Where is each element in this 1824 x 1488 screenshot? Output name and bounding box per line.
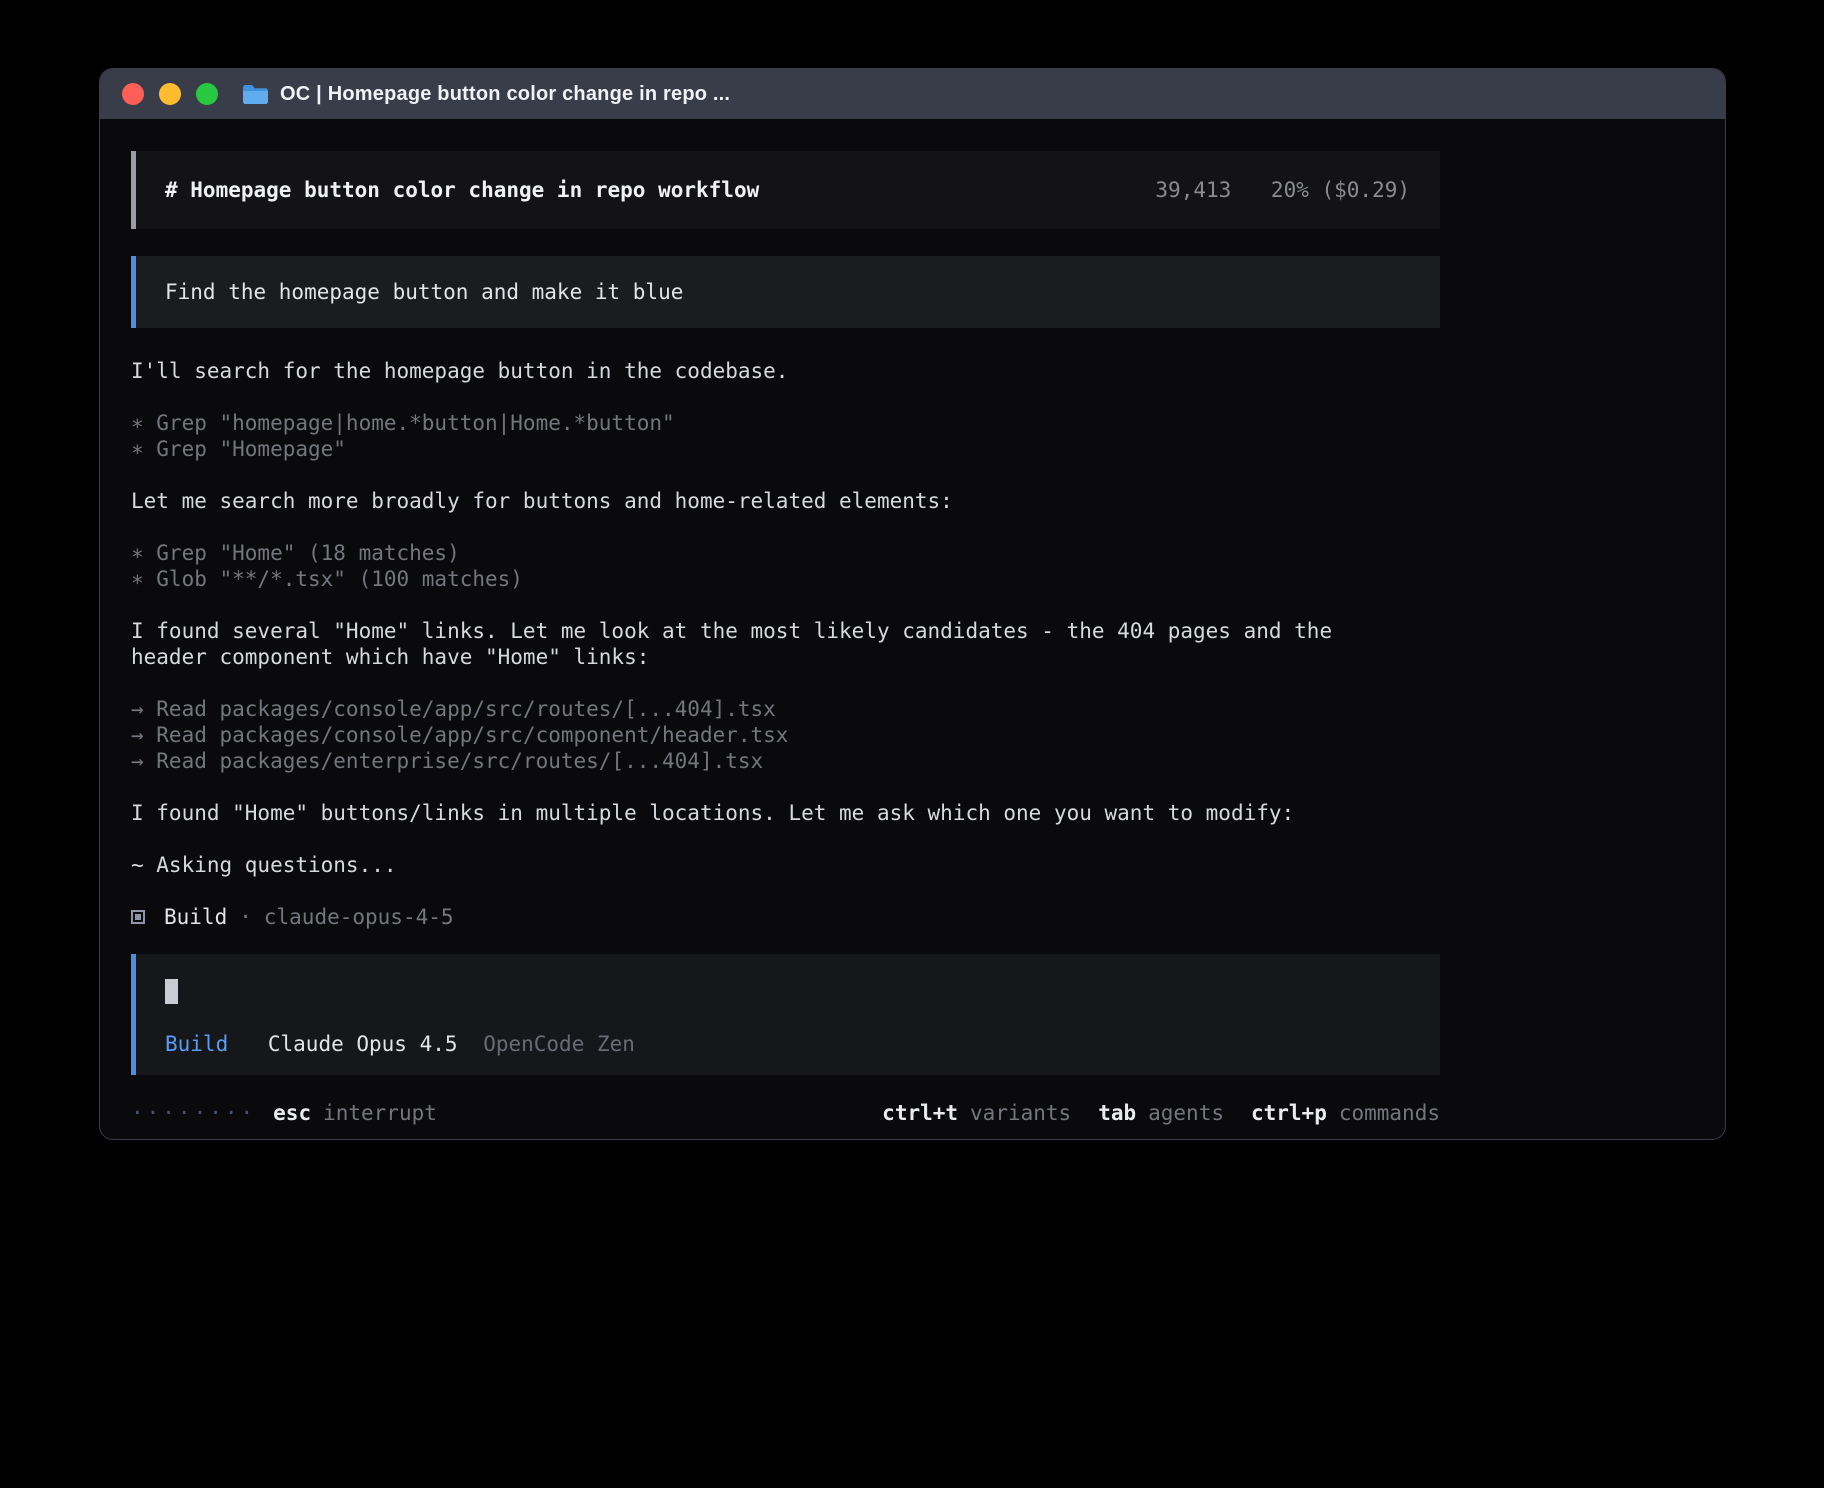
statusbar: ········ esc interrupt ctrl+t variants tab… — [131, 1100, 1440, 1126]
tool-calls-group-2: ∗ Grep "Home" (18 matches) ∗ Glob "**/*.… — [131, 540, 1440, 592]
prompt-input[interactable]: Build Claude Opus 4.5 OpenCode Zen — [131, 954, 1440, 1075]
tool-call-glob: ∗ Glob "**/*.tsx" (100 matches) — [131, 566, 1440, 592]
hint-label-commands: commands — [1339, 1101, 1440, 1125]
user-message-text: Find the homepage button and make it blu… — [165, 280, 683, 304]
zoom-button[interactable] — [196, 83, 218, 105]
hint-label-interrupt: interrupt — [323, 1101, 437, 1125]
agent-separator: · — [239, 904, 252, 930]
assistant-text-candidates: I found several "Home" links. Let me loo… — [131, 618, 1411, 670]
assistant-text-broaden: Let me search more broadly for buttons a… — [131, 488, 1411, 514]
minimize-button[interactable] — [159, 83, 181, 105]
title-wrap: OC | Homepage button color change in rep… — [242, 83, 730, 106]
context-cost: 20% ($0.29) — [1271, 178, 1410, 202]
statusbar-left: ········ esc interrupt — [131, 1100, 437, 1126]
agent-model: claude-opus-4-5 — [264, 904, 454, 930]
mode-label[interactable]: Build — [165, 1032, 228, 1056]
hint-label-variants: variants — [970, 1101, 1071, 1125]
provider-name: OpenCode Zen — [483, 1032, 635, 1056]
traffic-lights — [122, 83, 218, 105]
tool-call-grep: ∗ Grep "Homepage" — [131, 436, 1440, 462]
statusbar-hints: ctrl+t variants tab agents ctrl+p commands — [882, 1100, 1440, 1126]
tool-call-read: → Read packages/console/app/src/routes/[… — [131, 696, 1440, 722]
user-message: Find the homepage button and make it blu… — [131, 256, 1440, 328]
model-name[interactable]: Claude Opus 4.5 — [268, 1032, 458, 1056]
tui-column: # Homepage button color change in repo w… — [131, 151, 1440, 1126]
hint-commands: ctrl+p commands — [1251, 1100, 1440, 1126]
hint-key-tab: tab — [1098, 1101, 1136, 1125]
hint-key-ctrl-t: ctrl+t — [882, 1101, 958, 1125]
tool-call-grep: ∗ Grep "homepage|home.*button|Home.*butt… — [131, 410, 1440, 436]
folder-icon — [242, 84, 269, 105]
hint-key-ctrl-p: ctrl+p — [1251, 1101, 1327, 1125]
hint-key-esc: esc — [273, 1101, 311, 1125]
agent-line: Build · claude-opus-4-5 — [131, 904, 1440, 930]
spinner-dots: ········ — [131, 1100, 256, 1126]
assistant-text-found: I found "Home" buttons/links in multiple… — [131, 800, 1411, 826]
hint-interrupt: esc interrupt — [273, 1100, 437, 1126]
terminal-content: # Homepage button color change in repo w… — [100, 119, 1725, 1126]
session-header: # Homepage button color change in repo w… — [131, 151, 1440, 229]
agent-name: Build — [164, 904, 227, 930]
assistant-text-intro: I'll search for the homepage button in t… — [131, 358, 1411, 384]
tool-calls-group-1: ∗ Grep "homepage|home.*button|Home.*butt… — [131, 410, 1440, 462]
agent-build-icon — [131, 910, 145, 924]
tool-call-grep: ∗ Grep "Home" (18 matches) — [131, 540, 1440, 566]
tool-calls-reads: → Read packages/console/app/src/routes/[… — [131, 696, 1440, 774]
tool-call-read: → Read packages/enterprise/src/routes/[.… — [131, 748, 1440, 774]
text-cursor — [165, 979, 178, 1004]
session-stats: 39,413 20% ($0.29) — [1155, 177, 1410, 203]
working-status: ~ Asking questions... — [131, 852, 1440, 878]
close-button[interactable] — [122, 83, 144, 105]
titlebar[interactable]: OC | Homepage button color change in rep… — [100, 69, 1725, 119]
session-title: # Homepage button color change in repo w… — [165, 177, 759, 203]
window-title: OC | Homepage button color change in rep… — [280, 83, 730, 106]
terminal-window: OC | Homepage button color change in rep… — [99, 68, 1726, 1140]
token-count: 39,413 — [1155, 178, 1231, 202]
model-status-line: Build Claude Opus 4.5 OpenCode Zen — [165, 1031, 1410, 1057]
tool-call-read: → Read packages/console/app/src/componen… — [131, 722, 1440, 748]
prompt-cursor-line[interactable] — [165, 979, 1410, 1005]
hint-variants: ctrl+t variants — [882, 1100, 1071, 1126]
hint-agents: tab agents — [1098, 1100, 1224, 1126]
hint-label-agents: agents — [1148, 1101, 1224, 1125]
